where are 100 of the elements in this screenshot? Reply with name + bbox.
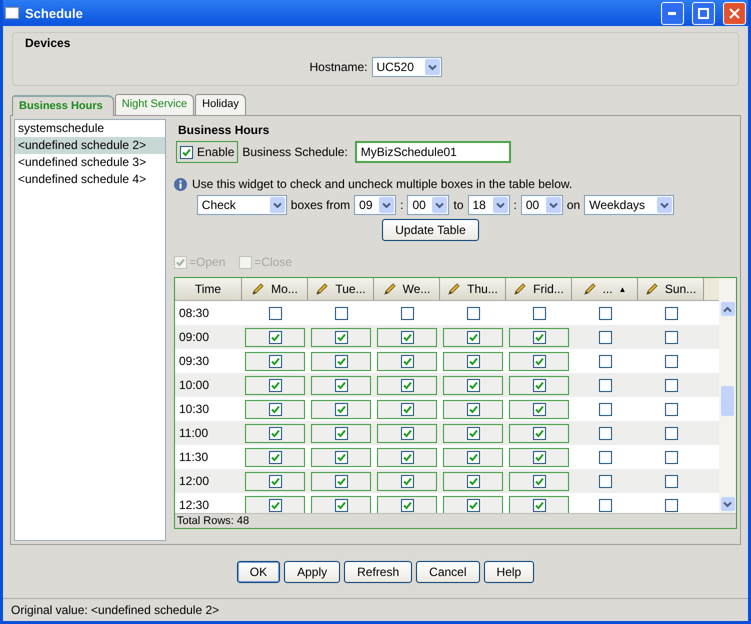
checkbox[interactable] <box>334 306 348 320</box>
checkbox[interactable] <box>268 378 282 392</box>
checkbox[interactable] <box>598 378 612 392</box>
checkbox[interactable] <box>664 378 678 392</box>
chevron-down-icon[interactable] <box>492 197 508 213</box>
dropdown[interactable]: 00 <box>407 195 450 215</box>
checkbox[interactable] <box>400 330 414 344</box>
checkbox[interactable] <box>466 426 480 440</box>
list-item[interactable]: systemschedule <box>15 120 165 137</box>
checkbox[interactable] <box>334 426 348 440</box>
checkbox[interactable] <box>400 354 414 368</box>
checkbox[interactable] <box>466 378 480 392</box>
checkbox[interactable] <box>334 402 348 416</box>
checkbox[interactable] <box>598 402 612 416</box>
checkbox[interactable] <box>598 354 612 368</box>
list-item[interactable]: <undefined schedule 2> <box>15 137 165 154</box>
column-header[interactable]: Sun... <box>638 278 704 300</box>
checkbox[interactable] <box>532 426 546 440</box>
chevron-down-icon[interactable] <box>432 197 448 213</box>
dialog-button[interactable]: OK <box>236 561 280 583</box>
column-header[interactable]: We... <box>374 278 440 300</box>
chevron-down-icon[interactable] <box>723 500 732 508</box>
tab[interactable]: Holiday <box>195 94 246 115</box>
checkbox[interactable] <box>400 402 414 416</box>
checkbox[interactable] <box>400 378 414 392</box>
checkbox[interactable] <box>532 378 546 392</box>
dropdown[interactable]: 09 <box>354 195 396 215</box>
chevron-down-icon[interactable] <box>379 197 394 213</box>
checkbox[interactable] <box>664 306 678 320</box>
checkbox[interactable] <box>180 146 193 158</box>
checkbox[interactable] <box>334 498 348 512</box>
checkbox[interactable] <box>664 426 678 440</box>
checkbox[interactable] <box>532 306 546 320</box>
enable-checkbox[interactable]: Enable <box>176 141 238 163</box>
checkbox[interactable] <box>466 402 480 416</box>
dialog-button[interactable]: Help <box>484 561 534 583</box>
checkbox[interactable] <box>174 256 187 268</box>
checkbox[interactable] <box>466 330 480 344</box>
checkbox[interactable] <box>532 474 546 488</box>
column-header[interactable]: Thu... <box>440 278 506 300</box>
checkbox[interactable] <box>466 354 480 368</box>
checkbox[interactable] <box>466 450 480 464</box>
checkbox[interactable] <box>532 498 546 512</box>
checkbox[interactable] <box>268 426 282 440</box>
checkbox[interactable] <box>598 306 612 320</box>
checkbox[interactable] <box>334 354 348 368</box>
checkbox[interactable] <box>400 426 414 440</box>
dropdown[interactable]: 00 <box>520 195 563 215</box>
checkbox[interactable] <box>400 474 414 488</box>
dropdown[interactable]: 18 <box>468 195 510 215</box>
list-item[interactable]: <undefined schedule 4> <box>15 171 165 188</box>
checkbox[interactable] <box>664 450 678 464</box>
checkbox[interactable] <box>268 330 282 344</box>
checkbox[interactable] <box>400 306 414 320</box>
chevron-down-icon[interactable] <box>270 197 285 213</box>
checkbox[interactable] <box>532 450 546 464</box>
checkbox[interactable] <box>664 498 678 512</box>
checkbox[interactable] <box>664 330 678 344</box>
maximize-button[interactable] <box>692 2 715 24</box>
dropdown[interactable]: Weekdays <box>584 195 674 215</box>
tab[interactable]: Night Service <box>114 94 194 115</box>
checkbox[interactable] <box>400 498 414 512</box>
checkbox[interactable] <box>532 354 546 368</box>
column-header[interactable]: Time <box>175 278 242 300</box>
checkbox[interactable] <box>334 330 348 344</box>
checkbox[interactable] <box>598 450 612 464</box>
dialog-button[interactable]: Refresh <box>344 561 412 583</box>
checkbox[interactable] <box>664 354 678 368</box>
checkbox[interactable] <box>598 474 612 488</box>
checkbox[interactable] <box>532 330 546 344</box>
checkbox[interactable] <box>334 450 348 464</box>
scrollbar[interactable] <box>719 278 736 513</box>
column-header[interactable]: Mo... <box>242 278 308 300</box>
checkbox[interactable] <box>268 474 282 488</box>
chevron-down-icon[interactable] <box>424 59 440 75</box>
checkbox[interactable] <box>239 256 252 268</box>
dialog-button[interactable]: Apply <box>284 561 340 583</box>
checkbox[interactable] <box>466 306 480 320</box>
hostname-dropdown[interactable]: UC520 <box>372 57 442 77</box>
schedule-name-field[interactable]: MyBizSchedule01 <box>354 141 511 163</box>
list-item[interactable]: <undefined schedule 3> <box>15 154 165 171</box>
checkbox[interactable] <box>664 474 678 488</box>
checkbox[interactable] <box>598 330 612 344</box>
checkbox[interactable] <box>334 378 348 392</box>
chevron-down-icon[interactable] <box>657 197 672 213</box>
checkbox[interactable] <box>268 450 282 464</box>
checkbox[interactable] <box>466 474 480 488</box>
checkbox[interactable] <box>268 498 282 512</box>
column-header[interactable]: Tue... <box>308 278 374 300</box>
checkbox[interactable] <box>268 306 282 320</box>
checkbox[interactable] <box>532 402 546 416</box>
close-button[interactable] <box>723 2 746 24</box>
column-header[interactable]: Frid... <box>506 278 572 300</box>
chevron-up-icon[interactable] <box>723 306 732 312</box>
checkbox[interactable] <box>664 402 678 416</box>
checkbox[interactable] <box>466 498 480 512</box>
scrollbar-thumb[interactable] <box>721 386 734 416</box>
checkbox[interactable] <box>598 498 612 512</box>
checkbox[interactable] <box>598 426 612 440</box>
column-header[interactable]: ... ▲ <box>572 278 638 300</box>
